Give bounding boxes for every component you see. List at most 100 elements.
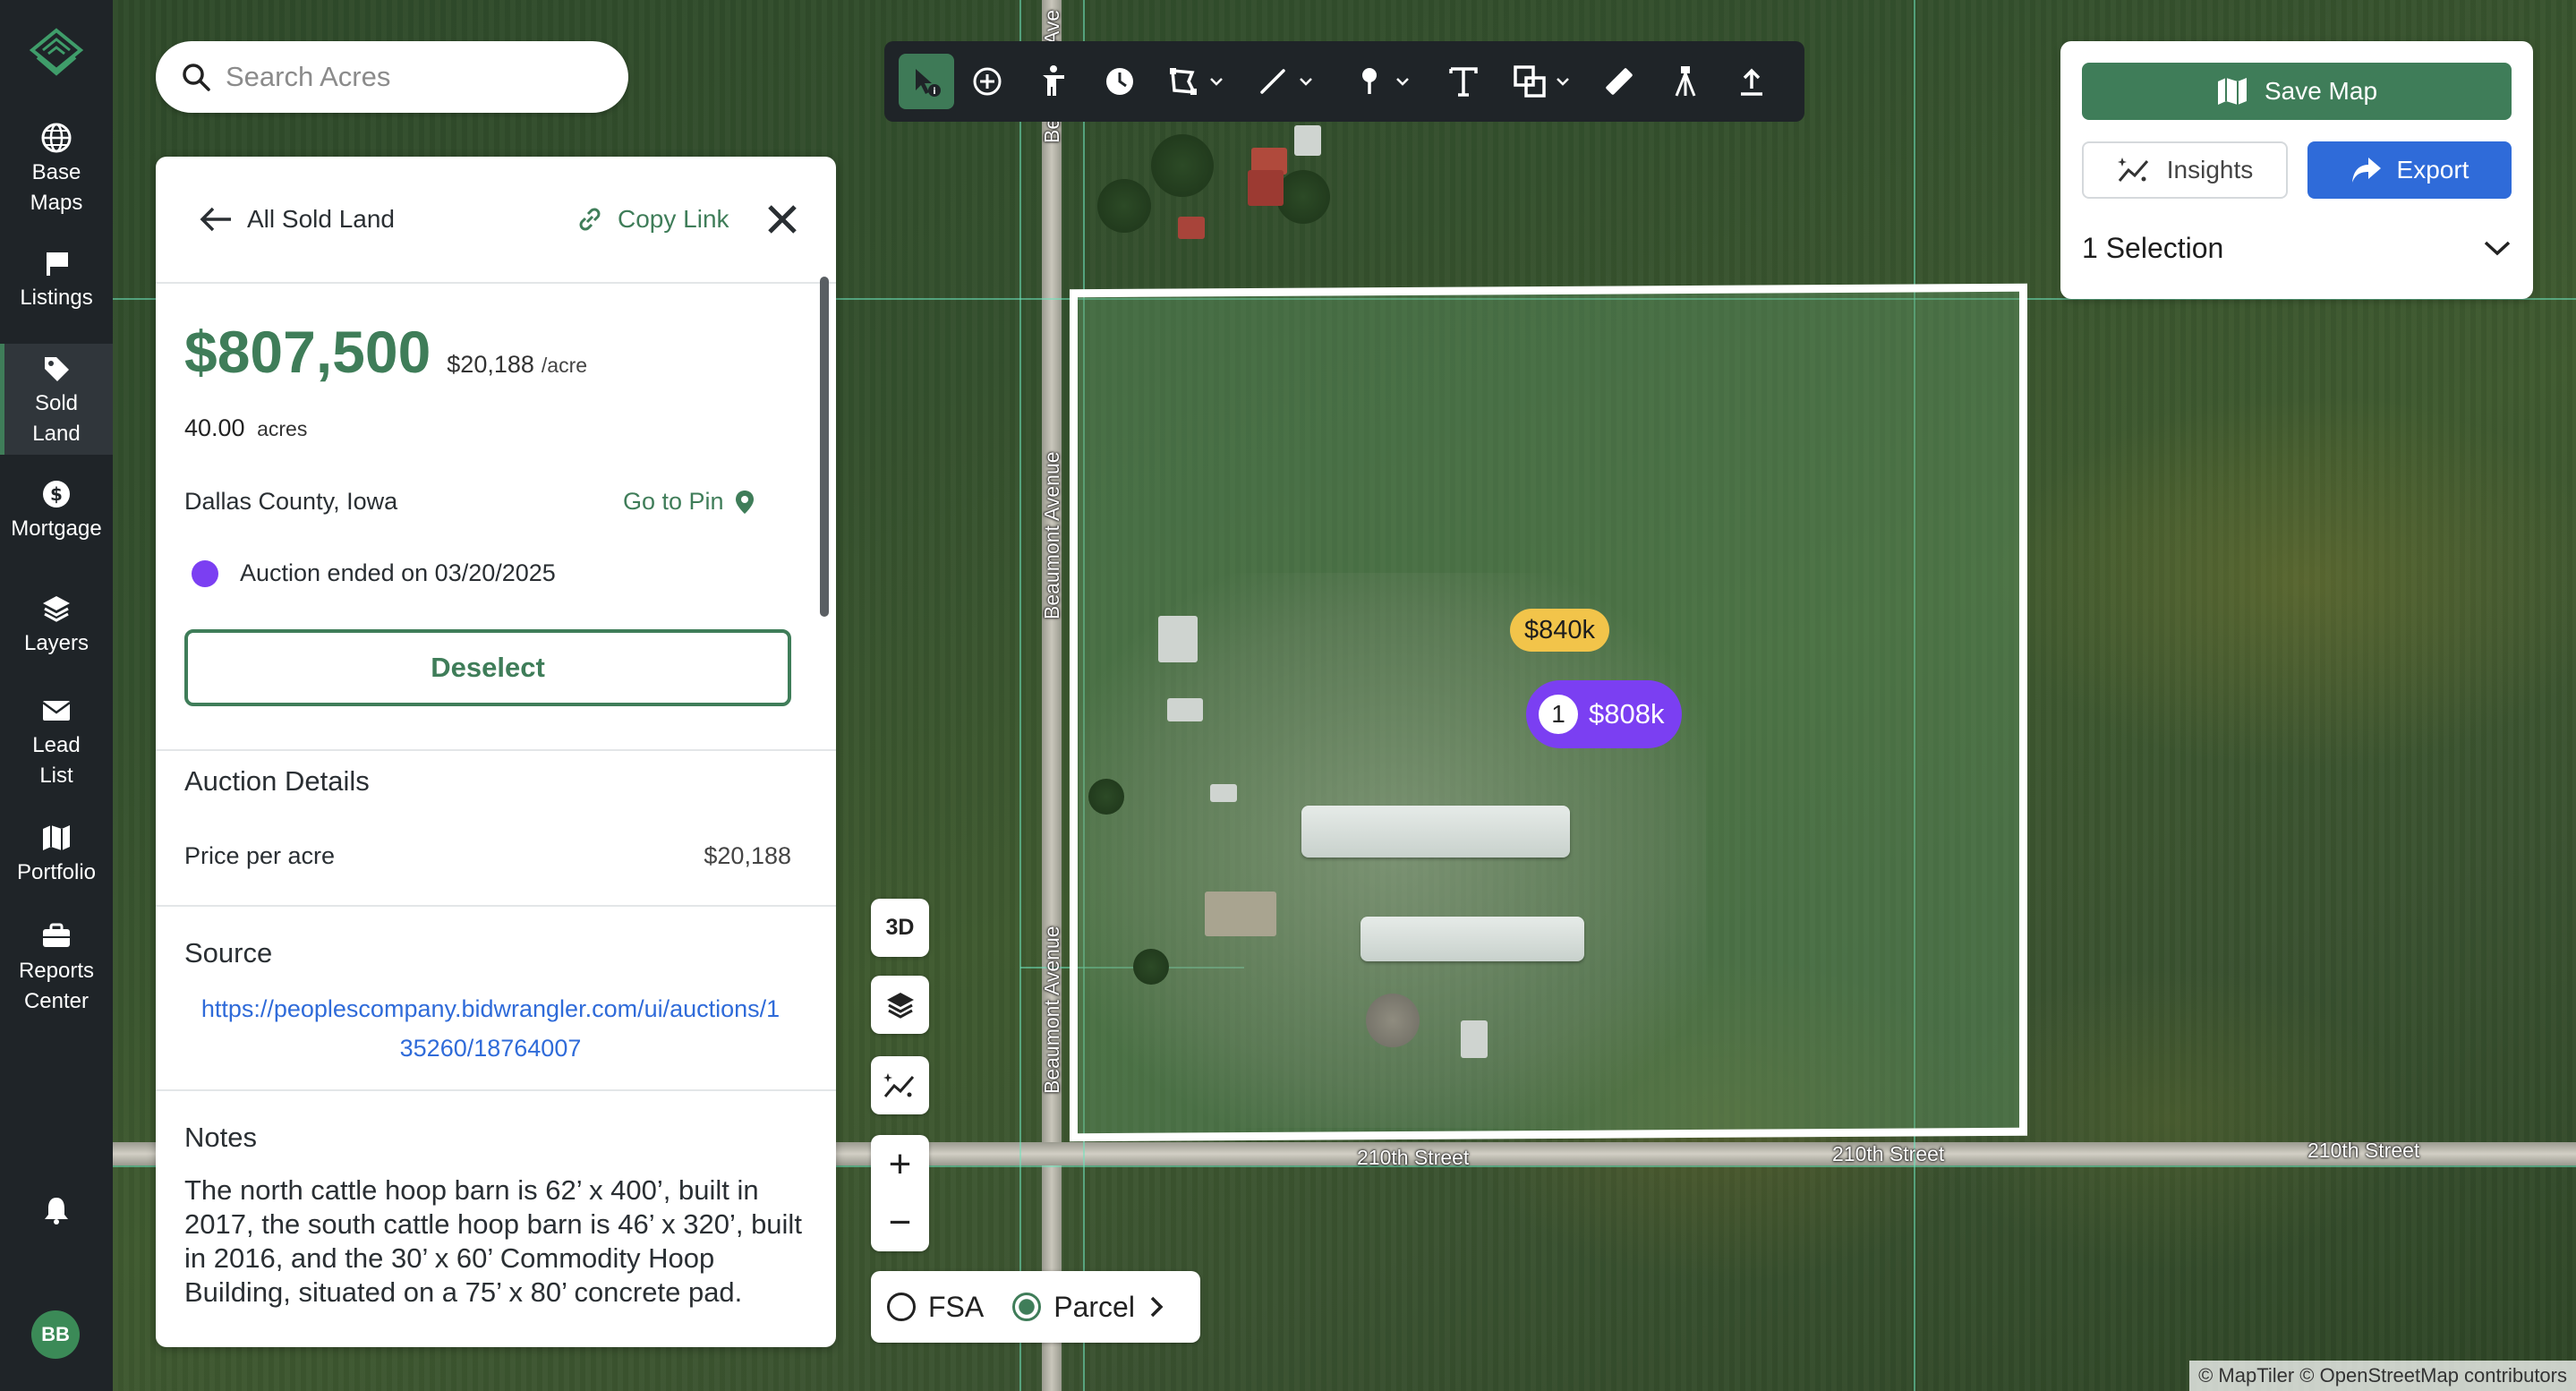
shapes-tool[interactable] — [1497, 54, 1586, 109]
nav-label-mortgage: Mortgage — [11, 516, 102, 541]
share-arrow-icon — [2351, 158, 2381, 183]
price-pin-nearby[interactable]: $840k — [1510, 609, 1610, 652]
avatar[interactable]: BB — [31, 1310, 80, 1359]
tree — [1133, 949, 1169, 985]
search-bar[interactable] — [156, 41, 628, 113]
building — [1210, 784, 1237, 802]
line-tool[interactable] — [1237, 54, 1332, 109]
tree — [1151, 134, 1214, 197]
nav-item-sold-land[interactable]: Sold Land — [0, 344, 113, 455]
divider — [156, 282, 836, 284]
price-per-acre-label: Price per acre — [184, 842, 336, 869]
county-location: Dallas County, Iowa — [184, 488, 398, 515]
boundary-layer-toggle: FSA Parcel — [871, 1271, 1200, 1343]
go-to-pin-link[interactable]: Go to Pin — [623, 488, 755, 516]
zoom-controls: + − — [871, 1135, 929, 1251]
price-per-acre-unit: /acre — [541, 354, 588, 377]
tree — [1366, 994, 1420, 1047]
back-to-sold-land-link[interactable]: All Sold Land — [199, 205, 395, 234]
polygon-tool[interactable] — [1153, 54, 1237, 109]
road-label-210th-b: 210th Street — [1832, 1142, 1945, 1165]
close-icon[interactable] — [763, 200, 802, 239]
nav-item-portfolio[interactable]: Portfolio — [0, 822, 113, 902]
auction-status: Auction ended on 03/20/2025 — [192, 559, 556, 587]
divider — [156, 1089, 836, 1091]
chevron-down-icon — [2484, 241, 2511, 256]
chevron-right-icon[interactable] — [1147, 1294, 1165, 1319]
nav-item-mortgage[interactable]: $ Mortgage — [0, 478, 113, 559]
map-attribution[interactable]: © MapTiler © OpenStreetMap contributors — [2189, 1361, 2576, 1391]
app-logo-icon[interactable] — [27, 25, 86, 84]
divider — [156, 905, 836, 907]
arrow-left-icon — [200, 207, 231, 232]
add-point-tool[interactable] — [954, 54, 1020, 109]
sale-price-row: $807,500 $20,188 /acre — [184, 318, 587, 386]
parcel-radio[interactable] — [1012, 1293, 1042, 1321]
measure-tool[interactable] — [1586, 54, 1652, 109]
line-icon — [1260, 69, 1285, 94]
pin-tool[interactable] — [1332, 54, 1430, 109]
select-info-tool[interactable]: i — [899, 54, 954, 109]
deselect-button[interactable]: Deselect — [184, 629, 791, 706]
copy-link-label: Copy Link — [618, 205, 729, 233]
building — [1294, 125, 1321, 156]
nav-item-base-maps[interactable]: Base Maps — [0, 122, 113, 220]
road-label-210th-a: 210th Street — [1357, 1146, 1470, 1169]
nav-label-portfolio: Portfolio — [16, 860, 97, 884]
save-map-button[interactable]: Save Map — [2082, 63, 2512, 120]
nav-item-listings[interactable]: Listings — [0, 247, 113, 328]
link-icon — [579, 208, 601, 231]
tag-icon — [45, 357, 69, 381]
acreage: 40.00 acres — [184, 414, 307, 442]
polygon-icon — [1170, 68, 1197, 95]
tree — [1097, 179, 1151, 233]
tree — [1276, 170, 1330, 224]
price-pin-selected[interactable]: 1 $808k — [1526, 680, 1683, 748]
acreage-unit: acres — [257, 417, 308, 440]
search-input[interactable] — [226, 61, 601, 93]
sale-price: $807,500 — [184, 319, 431, 385]
export-button[interactable]: Export — [2307, 141, 2512, 199]
3d-toggle-button[interactable]: 3D — [871, 899, 929, 957]
survey-tool[interactable] — [1652, 54, 1719, 109]
layers-icon — [886, 992, 914, 1019]
nav-item-reports-center[interactable]: Reports Center — [0, 920, 113, 1024]
auction-status-label: Auction ended on 03/20/2025 — [240, 559, 556, 586]
svg-text:i: i — [933, 87, 935, 97]
chevron-down-icon — [1557, 78, 1569, 86]
building — [1461, 1020, 1488, 1058]
source-url-link[interactable]: https://peoplescompany.bidwrangler.com/u… — [195, 989, 786, 1068]
hoop-barn-south — [1361, 917, 1584, 961]
map-insights-button[interactable] — [871, 1056, 929, 1114]
nav-item-lead-list[interactable]: Lead List — [0, 695, 113, 797]
text-icon — [1449, 67, 1478, 97]
zoom-out-button[interactable]: − — [871, 1193, 929, 1251]
chevron-down-icon — [1210, 78, 1223, 86]
nav-item-layers[interactable]: Layers — [0, 593, 113, 673]
svg-text:$: $ — [50, 483, 63, 505]
selection-dropdown[interactable]: 1 Selection — [2082, 226, 2512, 270]
export-label: Export — [2396, 156, 2469, 183]
building — [1248, 170, 1284, 206]
person-tool[interactable] — [1020, 54, 1087, 109]
globe-icon — [41, 123, 72, 153]
tripod-icon — [1675, 66, 1696, 97]
nav-label-sold-land: Sold Land — [32, 391, 81, 446]
fsa-label: FSA — [928, 1290, 985, 1323]
notifications-button[interactable] — [0, 1194, 113, 1239]
briefcase-icon — [43, 923, 70, 947]
shapes-icon — [1514, 65, 1546, 98]
fsa-radio[interactable] — [887, 1293, 916, 1321]
insights-button[interactable]: Insights — [2082, 141, 2288, 199]
history-tool[interactable] — [1087, 54, 1153, 109]
map-layers-button[interactable] — [871, 976, 929, 1034]
text-tool[interactable] — [1430, 54, 1497, 109]
zoom-in-button[interactable]: + — [871, 1135, 929, 1193]
panel-scrollbar[interactable] — [820, 277, 829, 617]
copy-link-button[interactable]: Copy Link — [575, 204, 729, 235]
selection-label: 1 Selection — [2082, 231, 2224, 264]
nav-label-base-maps: Base Maps — [30, 160, 83, 215]
detail-header: All Sold Land Copy Link — [199, 192, 807, 246]
upload-tool[interactable] — [1719, 54, 1785, 109]
sparkle-chart-icon — [2117, 158, 2148, 182]
